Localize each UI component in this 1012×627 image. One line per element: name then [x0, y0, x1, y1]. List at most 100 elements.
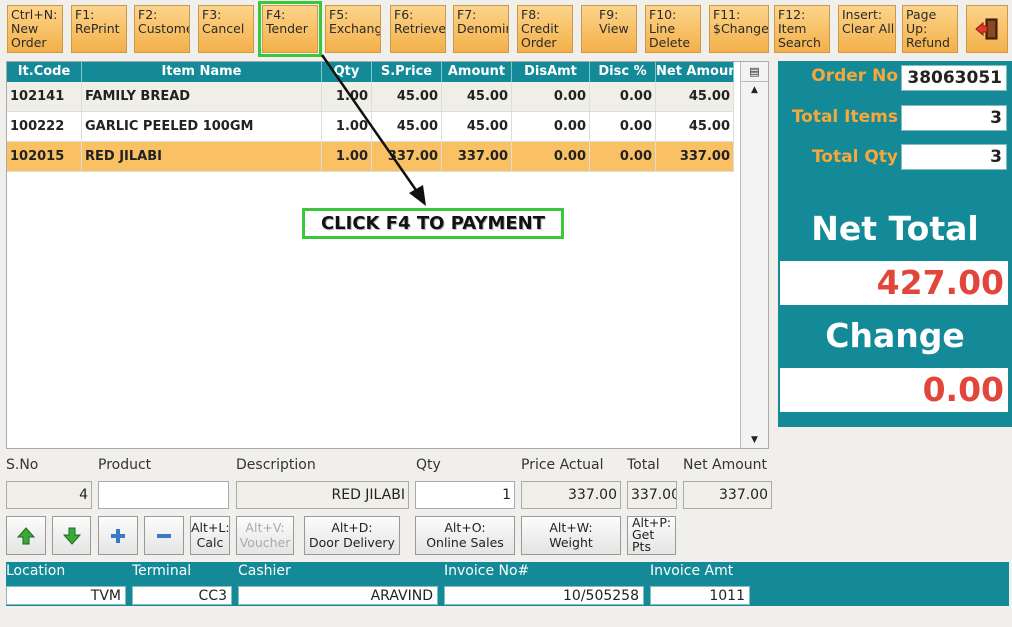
- total-qty-field: 3: [901, 144, 1007, 170]
- reduce-qty-button[interactable]: [144, 516, 184, 555]
- online-sales-button[interactable]: Alt+O: Online Sales: [415, 516, 515, 555]
- sno-field: 4: [6, 481, 92, 509]
- view-button[interactable]: F9: View: [581, 5, 637, 53]
- scroll-up-icon[interactable]: ▲: [741, 83, 768, 98]
- plus-icon: [111, 528, 125, 543]
- location-field: TVM: [6, 586, 126, 605]
- weight-button[interactable]: Alt+W: Weight: [521, 516, 621, 555]
- move-up-button[interactable]: [6, 516, 46, 555]
- grid-header: It.Code Item Name Qty S.Price Amount Dis…: [7, 62, 734, 82]
- net-amount-field: 337.00: [683, 481, 772, 509]
- table-row[interactable]: 100222 GARLIC PEELED 100GM 1.00 45.00 45…: [7, 112, 734, 142]
- cell-net: 337.00: [656, 142, 734, 171]
- add-qty-button[interactable]: [98, 516, 138, 555]
- column-chooser-icon[interactable]: ▤: [741, 62, 768, 82]
- terminal-label: Terminal: [132, 563, 192, 579]
- cell-qty: 1.00: [322, 82, 372, 111]
- change-value: 0.00: [780, 368, 1008, 412]
- cell-disc: 0.00: [590, 142, 656, 171]
- cell-sprice: 337.00: [372, 142, 442, 171]
- total-qty-label: Total Qty: [811, 147, 898, 167]
- column-header-name[interactable]: Item Name: [82, 62, 322, 82]
- cell-sprice: 45.00: [372, 82, 442, 111]
- cell-amount: 45.00: [442, 82, 512, 111]
- cashier-label: Cashier: [238, 563, 291, 579]
- cancel-button[interactable]: F3: Cancel: [198, 5, 254, 53]
- invoice-no-field: 10/505258: [444, 586, 644, 605]
- column-header-disamt[interactable]: DisAmt: [512, 62, 590, 82]
- cell-code: 100222: [7, 112, 82, 141]
- order-no-label: Order No: [811, 66, 898, 86]
- tender-button[interactable]: F4: Tender: [258, 1, 322, 57]
- credit-order-button[interactable]: F8: Credit Order: [517, 5, 573, 53]
- total-items-label: Total Items: [791, 107, 898, 127]
- column-header-qty[interactable]: Qty: [322, 62, 372, 82]
- net-amount-label: Net Amount: [683, 457, 768, 473]
- cell-name: FAMILY BREAD: [82, 82, 322, 111]
- cell-net: 45.00: [656, 82, 734, 111]
- description-label: Description: [236, 457, 316, 473]
- grid-scrollbar[interactable]: ▤ ▲ ▼: [740, 62, 768, 448]
- invoice-amt-label: Invoice Amt: [650, 563, 734, 579]
- product-label: Product: [98, 457, 152, 473]
- cell-name: GARLIC PEELED 100GM: [82, 112, 322, 141]
- change-button[interactable]: F11: $Change: [709, 5, 769, 53]
- net-total-value: 427.00: [780, 261, 1008, 305]
- cell-disamt: 0.00: [512, 82, 590, 111]
- exchange-button[interactable]: F5:Exchange: [325, 5, 381, 53]
- price-actual-label: Price Actual: [521, 457, 604, 473]
- get-points-button[interactable]: Alt+P: Get Pts: [627, 516, 676, 555]
- customer-button[interactable]: F2:Customer: [134, 5, 190, 53]
- change-label: Change: [825, 316, 965, 355]
- refund-button[interactable]: Page Up: Refund: [902, 5, 958, 53]
- cell-code: 102015: [7, 142, 82, 171]
- table-row-selected[interactable]: 102015 RED JILABI 1.00 337.00 337.00 0.0…: [7, 142, 734, 172]
- retrieve-button[interactable]: F6: Retrieve: [390, 5, 446, 53]
- cell-amount: 337.00: [442, 142, 512, 171]
- column-header-net[interactable]: Net Amount: [656, 62, 734, 82]
- column-header-sprice[interactable]: S.Price: [372, 62, 442, 82]
- product-input[interactable]: [98, 481, 229, 509]
- terminal-field: CC3: [132, 586, 232, 605]
- cell-disc: 0.00: [590, 112, 656, 141]
- column-header-disc[interactable]: Disc %: [590, 62, 656, 82]
- total-label: Total: [627, 457, 660, 473]
- sno-label: S.No: [6, 457, 39, 473]
- cell-name: RED JILABI: [82, 142, 322, 171]
- line-delete-button[interactable]: F10: Line Delete: [645, 5, 701, 53]
- qty-input[interactable]: 1: [415, 481, 515, 509]
- cell-disc: 0.00: [590, 82, 656, 111]
- location-label: Location: [6, 563, 66, 579]
- arrow-down-icon: [62, 527, 81, 545]
- cell-qty: 1.00: [322, 142, 372, 171]
- column-header-amount[interactable]: Amount: [442, 62, 512, 82]
- cell-amount: 45.00: [442, 112, 512, 141]
- calc-button[interactable]: Alt+L: Calc: [190, 516, 230, 555]
- column-header-code[interactable]: It.Code: [7, 62, 82, 82]
- arrow-up-icon: [16, 526, 36, 544]
- invoice-amt-field: 1011: [650, 586, 750, 605]
- invoice-no-label: Invoice No#: [444, 563, 530, 579]
- cashier-field: ARAVIND: [238, 586, 438, 605]
- total-field: 337.00: [627, 481, 677, 509]
- annotation-callout: CLICK F4 TO PAYMENT: [302, 208, 564, 239]
- cell-disamt: 0.00: [512, 112, 590, 141]
- clear-all-button[interactable]: Insert: Clear All: [838, 5, 896, 53]
- denomination-button[interactable]: F7:Denomination: [453, 5, 509, 53]
- move-down-button[interactable]: [52, 516, 91, 555]
- scroll-down-icon[interactable]: ▼: [741, 433, 768, 448]
- price-actual-field: 337.00: [521, 481, 621, 509]
- exit-button[interactable]: [966, 5, 1008, 53]
- table-row[interactable]: 102141 FAMILY BREAD 1.00 45.00 45.00 0.0…: [7, 82, 734, 112]
- description-field: RED JILABI: [236, 481, 409, 509]
- voucher-button[interactable]: Alt+V: Voucher: [236, 516, 294, 555]
- qty-label: Qty: [416, 457, 441, 473]
- order-no-field: 38063051: [901, 65, 1007, 91]
- reprint-button[interactable]: F1: RePrint: [71, 5, 127, 53]
- item-search-button[interactable]: F12: Item Search: [774, 5, 830, 53]
- new-order-button[interactable]: Ctrl+N: New Order: [7, 5, 63, 53]
- exit-door-icon: [975, 18, 998, 40]
- door-delivery-button[interactable]: Alt+D: Door Delivery: [304, 516, 400, 555]
- cell-disamt: 0.00: [512, 142, 590, 171]
- items-grid: It.Code Item Name Qty S.Price Amount Dis…: [6, 61, 769, 449]
